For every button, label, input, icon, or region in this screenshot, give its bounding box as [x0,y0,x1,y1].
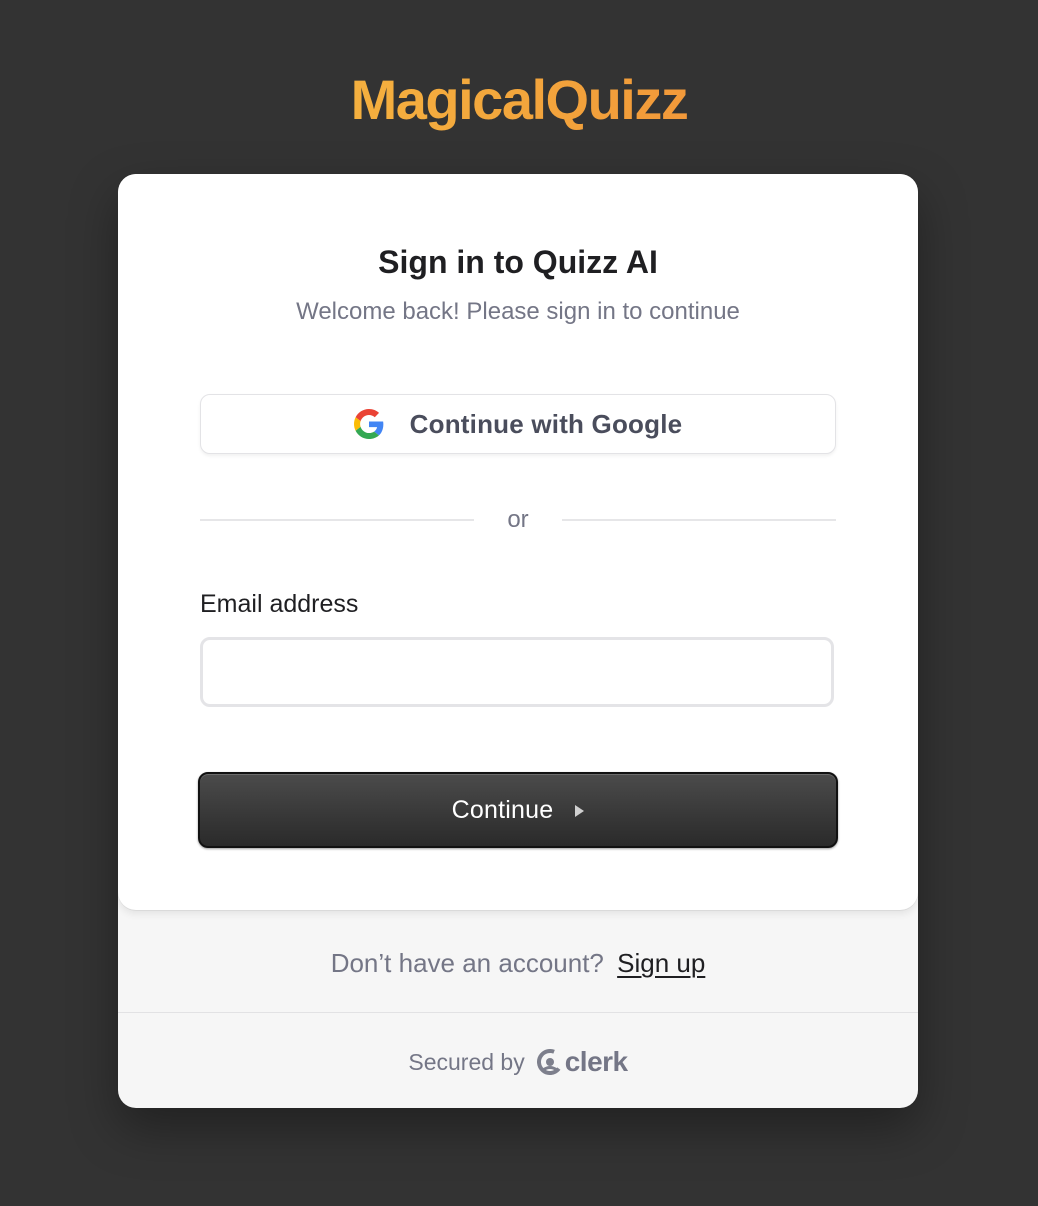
email-field[interactable] [200,637,834,707]
signin-page: MagicalQuizz Sign in to Quizz AI Welcome… [0,0,1038,1206]
brand-logo: MagicalQuizz [0,64,1038,136]
email-label: Email address [200,590,359,618]
divider-line-right [562,519,836,521]
signup-link[interactable]: Sign up [617,948,705,978]
clerk-wordmark: clerk [564,1046,628,1077]
continue-with-google-button[interactable]: Continue with Google [200,394,836,454]
secured-by-text: Secured by [408,1048,525,1075]
signup-row: Don’t have an account? Sign up [118,946,918,980]
signin-card: Sign in to Quizz AI Welcome back! Please… [118,174,918,1108]
or-divider: or [200,504,836,536]
clerk-logo[interactable]: clerk [536,1046,628,1078]
page-title: Sign in to Quizz AI [378,244,658,280]
secured-by-row: Secured by clerk [118,1046,918,1078]
continue-button[interactable]: Continue [198,772,838,848]
signup-prompt: Don’t have an account? [330,948,604,978]
signin-card-body: Sign in to Quizz AI Welcome back! Please… [118,174,918,910]
google-g-icon [353,409,384,439]
page-subtitle: Welcome back! Please sign in to continue [296,298,740,325]
clerk-logo-icon [536,1049,563,1075]
google-button-label: Continue with Google [409,408,683,439]
play-triangle-icon [575,804,585,817]
continue-button-label: Continue [451,795,554,824]
footer-divider [118,1012,918,1013]
